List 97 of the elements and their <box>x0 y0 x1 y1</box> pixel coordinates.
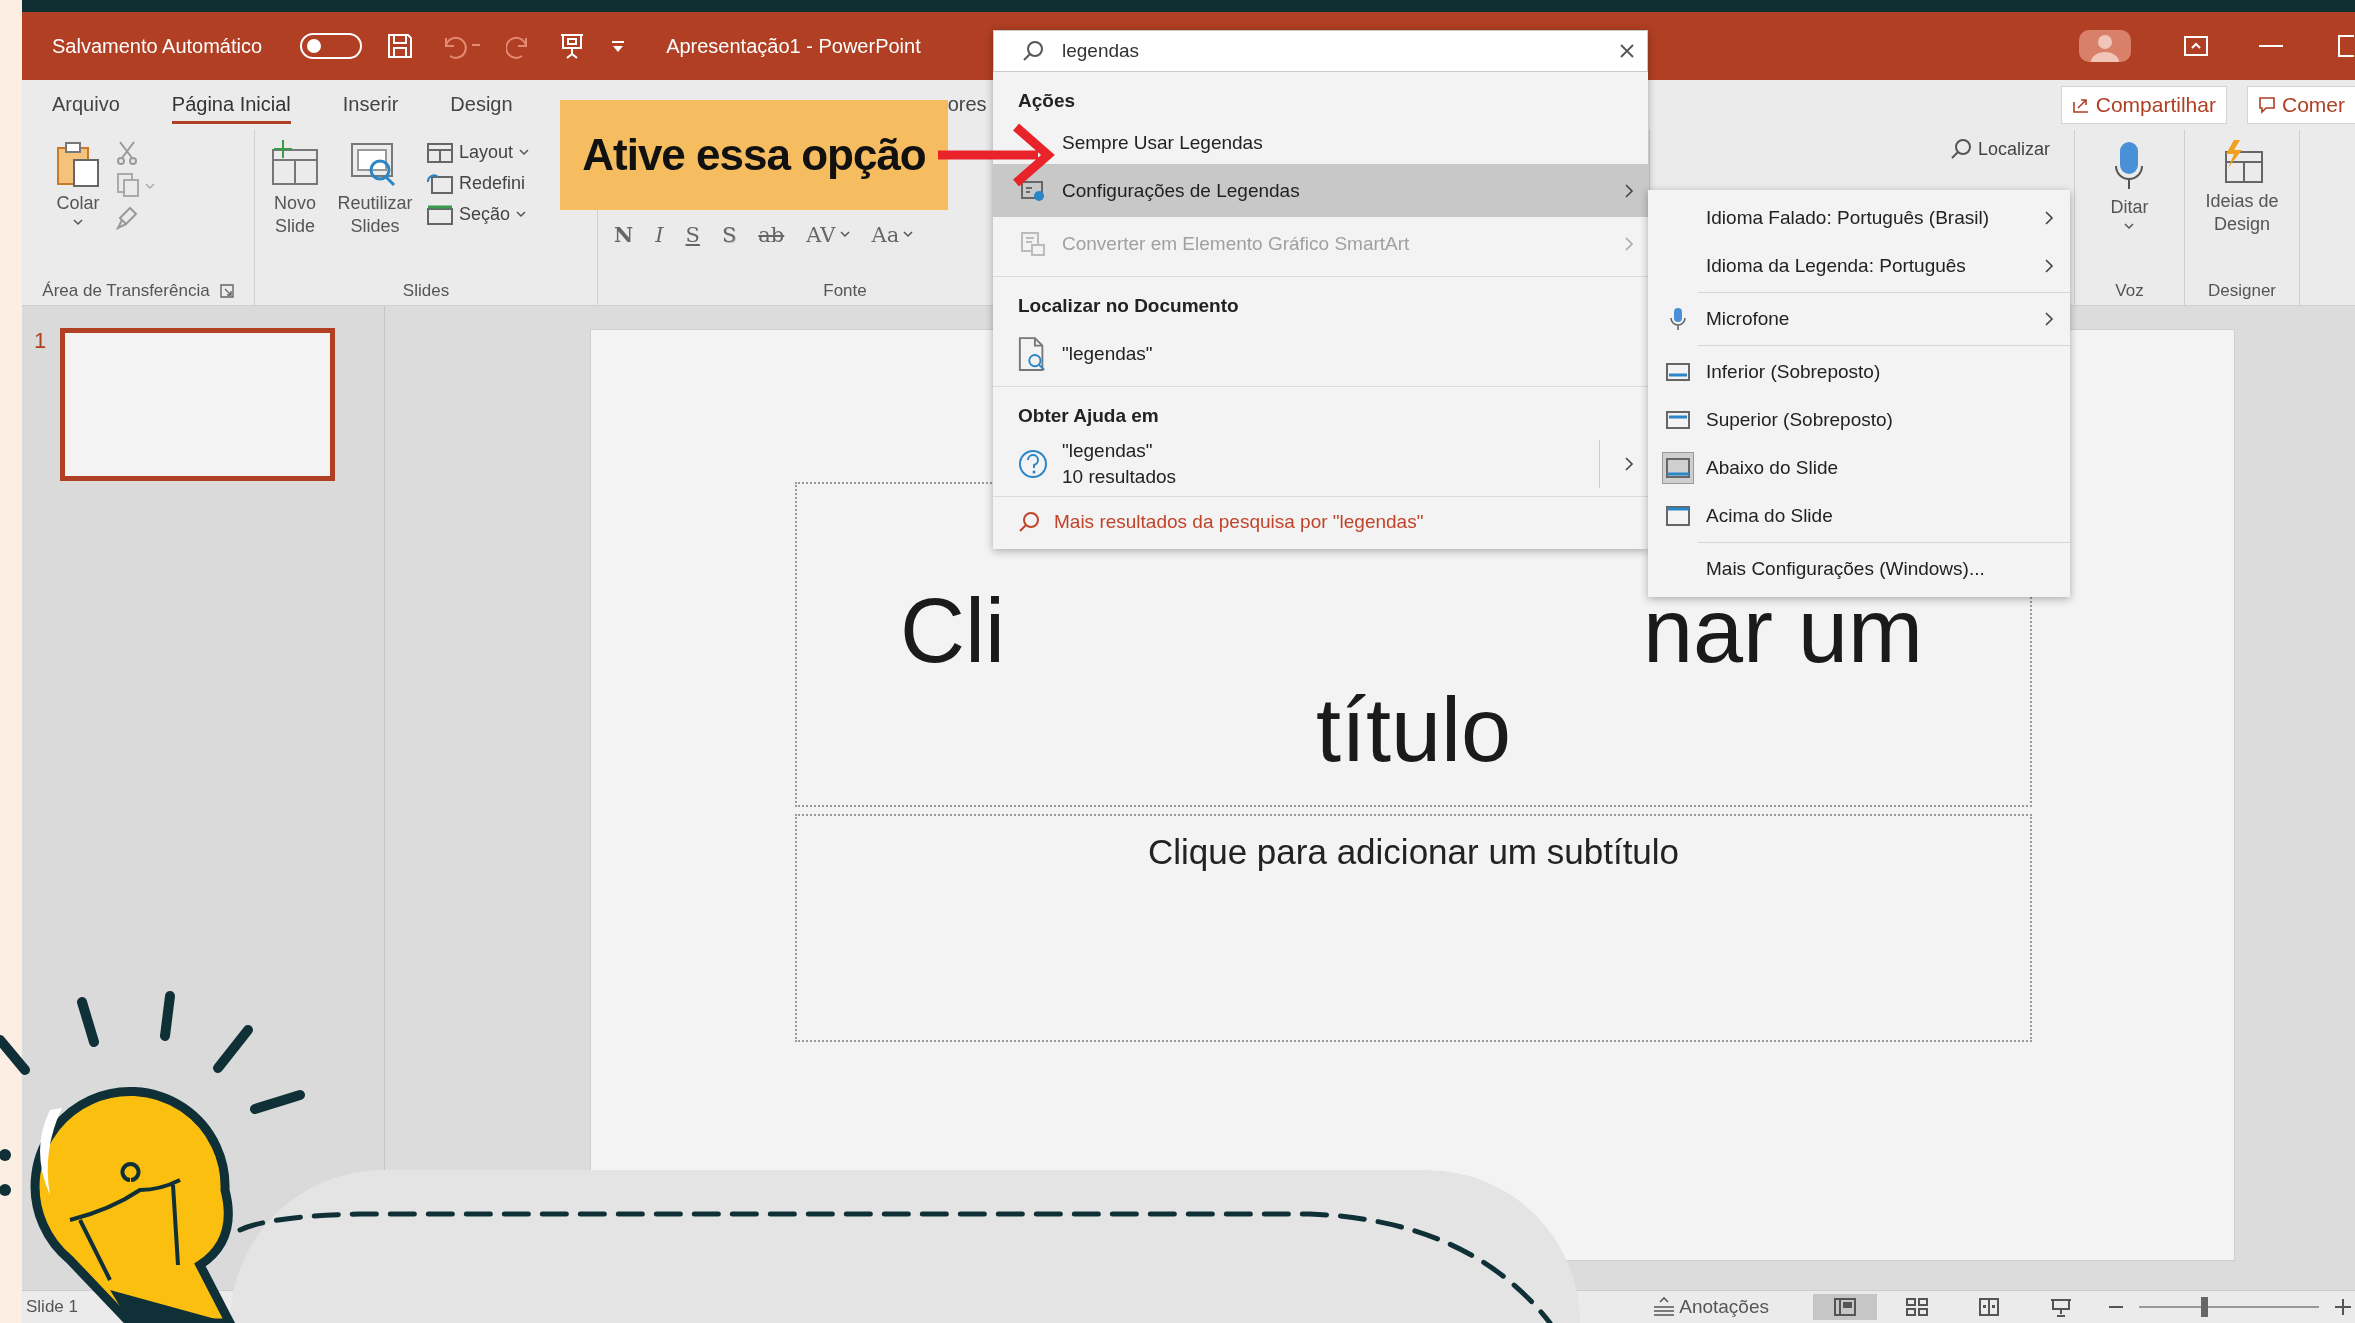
microphone-icon <box>1670 307 1686 331</box>
slide-number: 1 <box>34 328 47 354</box>
zoom-in-icon[interactable] <box>2335 1299 2351 1315</box>
section-button[interactable]: Seção <box>423 202 534 227</box>
search-icon <box>1018 511 1040 533</box>
title-text: título <box>1315 681 1512 780</box>
menu-item[interactable]: Sempre Usar Legendas <box>993 122 1648 164</box>
window-title: Apresentação1 - PowerPoint <box>666 34 921 58</box>
caret-icon <box>519 149 530 156</box>
format-button[interactable]: AV <box>802 222 854 247</box>
autosave-toggle[interactable] <box>300 33 363 59</box>
group-label: Voz <box>2115 281 2144 301</box>
ribbon-tab[interactable]: Inserir <box>316 86 425 124</box>
autosave-label: Salvamento Automático <box>52 34 263 58</box>
more-results-link[interactable]: Mais resultados da pesquisa por "legendas" <box>993 497 1648 549</box>
group-label: Slides <box>402 281 450 301</box>
search-icon <box>1949 138 1972 160</box>
callout-label: Ative essa opção <box>560 100 948 210</box>
smartart-icon <box>1020 230 1046 257</box>
help-icon <box>1018 448 1048 479</box>
ribbon-display-icon[interactable] <box>2183 35 2209 57</box>
customize-menu-icon[interactable] <box>610 38 627 54</box>
comments-button[interactable]: Comer <box>2247 86 2355 124</box>
layout-icon <box>427 142 453 163</box>
chevron-right-icon <box>2044 311 2054 327</box>
search-query: legendas <box>1062 40 1141 62</box>
group-label: Fonte <box>823 281 867 301</box>
minimize-icon[interactable] <box>2259 44 2283 48</box>
design-ideas-button[interactable]: Ideias de Design <box>2193 136 2291 281</box>
ribbon-tab[interactable]: Arquivo <box>26 86 146 124</box>
zoom-out-icon[interactable] <box>2109 1305 2123 1309</box>
ribbon-tab[interactable]: ores <box>945 86 989 124</box>
reset-icon <box>427 173 453 194</box>
zoom-slider-thumb[interactable] <box>2200 1297 2208 1317</box>
notes-button[interactable]: Anotações <box>1647 1295 1775 1319</box>
view-button[interactable] <box>1813 1294 1877 1320</box>
search-field[interactable]: legendas <box>993 30 1648 72</box>
notes-icon <box>1653 1297 1676 1317</box>
paste-button[interactable]: Colar <box>50 136 106 281</box>
caret-icon <box>73 218 83 226</box>
close-icon[interactable] <box>1619 43 1635 59</box>
search-icon <box>1022 40 1044 62</box>
format-button[interactable]: S <box>717 222 741 247</box>
reset-button[interactable]: Redefini <box>423 171 534 196</box>
slide-sorter-icon <box>1905 1297 1929 1317</box>
format-button[interactable]: N <box>610 222 638 247</box>
dictate-button[interactable]: Ditar <box>2104 136 2155 281</box>
chevron-right-icon <box>2044 258 2054 274</box>
clipboard-icon <box>56 140 100 188</box>
section-icon <box>427 204 453 225</box>
chevron-right-icon <box>1624 455 1634 472</box>
caret-icon <box>839 231 850 238</box>
reuse-slides-button[interactable]: Reutilizar Slides <box>337 136 413 281</box>
help-result-title: "legendas" <box>1062 439 1154 462</box>
format-button[interactable]: ab <box>754 222 789 247</box>
menu-item[interactable]: Inferior (Sobreposto) <box>1648 348 2070 396</box>
document-search-icon <box>1018 334 1048 373</box>
subtitle-placeholder[interactable]: Clique para adicionar um subtítulo <box>795 814 2032 1042</box>
section-heading: Localizar no Documento <box>1017 294 1240 318</box>
title-text: Cli <box>900 582 1005 681</box>
slide-thumbnail[interactable] <box>60 328 336 481</box>
find-button[interactable]: Localizar <box>1945 136 2054 162</box>
document-result[interactable]: "legendas" <box>993 327 1648 380</box>
menu-item[interactable]: Configurações de Legendas <box>993 164 1648 217</box>
menu-item[interactable]: Microfone <box>1648 295 2070 343</box>
group-label: Área de Transferência <box>42 281 210 301</box>
dialog-launcher-icon[interactable] <box>219 284 234 298</box>
comment-icon <box>2258 96 2276 114</box>
format-button[interactable]: I <box>651 222 668 247</box>
caret-icon <box>516 211 527 218</box>
new-slide-icon <box>269 140 321 188</box>
save-icon[interactable] <box>386 32 415 60</box>
group-label: Designer <box>2207 281 2276 301</box>
share-icon <box>2071 96 2090 114</box>
new-slide-button[interactable]: Novo Slide <box>263 136 327 281</box>
normal-view-icon <box>1833 1297 1857 1317</box>
layout-button[interactable]: Layout <box>423 140 534 165</box>
reading-view-icon <box>1977 1297 2001 1317</box>
chevron-right-icon <box>2044 210 2054 226</box>
microphone-icon <box>2114 140 2145 192</box>
slide-counter: Slide 1 <box>25 1297 78 1317</box>
captions-icon <box>1020 178 1046 203</box>
new-slide-label: Novo Slide <box>273 192 317 237</box>
format-button[interactable]: S <box>681 222 704 247</box>
section-heading: Obter Ajuda em <box>1017 404 1160 428</box>
section-heading: Ações <box>1017 89 1077 113</box>
format-button[interactable]: Aa <box>867 222 918 247</box>
subtitle-text: Clique para adicionar um subtítulo <box>1147 832 1680 872</box>
ribbon-tab[interactable]: Página Inicial <box>145 86 317 124</box>
share-button[interactable]: Compartilhar <box>2060 86 2227 124</box>
menu-item[interactable]: Idioma da Legenda: Português <box>1648 242 2070 290</box>
ribbon-tab[interactable]: Design <box>424 86 539 124</box>
menu-item[interactable]: Superior (Sobreposto) <box>1648 396 2070 444</box>
caret-icon <box>903 231 914 238</box>
slideshow-icon <box>2049 1297 2073 1317</box>
caret-icon <box>2124 222 2135 230</box>
menu-item[interactable]: Idioma Falado: Português (Brasil) <box>1648 194 2070 242</box>
